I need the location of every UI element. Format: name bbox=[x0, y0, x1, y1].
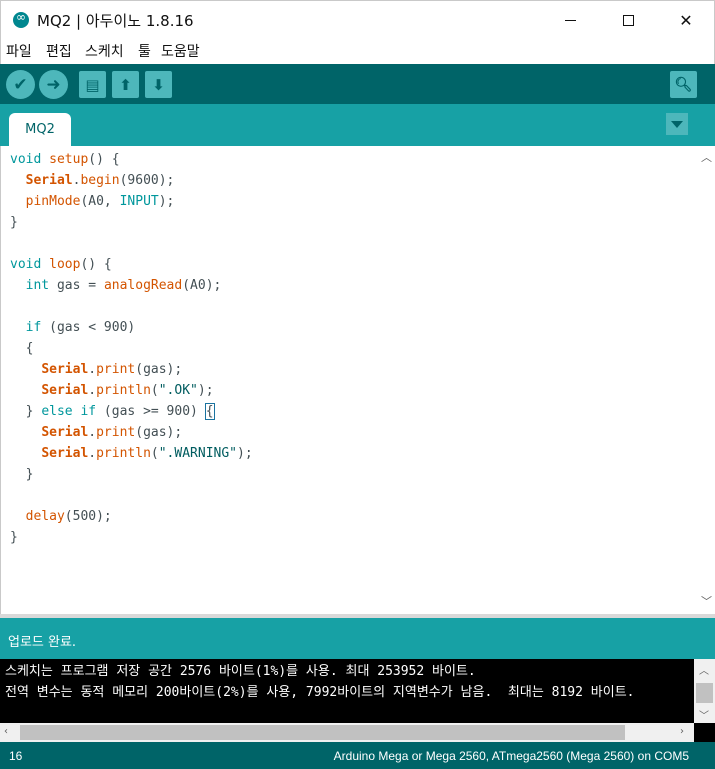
code-line[interactable]: delay(500); bbox=[10, 506, 253, 527]
code-line[interactable]: } bbox=[10, 527, 253, 548]
scroll-up-icon[interactable]: ︿ bbox=[698, 148, 715, 165]
code-line[interactable]: int gas = analogRead(A0); bbox=[10, 275, 253, 296]
arrow-up-icon: ⬆ bbox=[119, 75, 132, 94]
open-button[interactable]: ⬆ bbox=[112, 71, 139, 98]
bottom-status-bar: 16 Arduino Mega or Mega 2560, ATmega2560… bbox=[0, 742, 715, 769]
title-bar: MQ2 | 아두이노 1.8.16 ✕ bbox=[0, 0, 715, 38]
editor-scrollbar[interactable]: ︿ ﹀ bbox=[698, 146, 715, 614]
code-editor[interactable]: void setup() { Serial.begin(9600); pinMo… bbox=[0, 146, 715, 616]
code-line[interactable]: Serial.print(gas); bbox=[10, 422, 253, 443]
tab-bar: MQ2 bbox=[0, 104, 715, 146]
code-line[interactable]: } bbox=[10, 212, 253, 233]
code-area[interactable]: void setup() { Serial.begin(9600); pinMo… bbox=[10, 149, 253, 548]
code-line[interactable]: Serial.print(gas); bbox=[10, 359, 253, 380]
arrow-right-icon: ➜ bbox=[46, 74, 61, 95]
scroll-right-icon[interactable]: › bbox=[680, 726, 684, 737]
menu-edit[interactable]: 편집 bbox=[46, 41, 72, 61]
scroll-down-icon[interactable]: ﹀ bbox=[699, 707, 709, 722]
save-button[interactable]: ⬇ bbox=[145, 71, 172, 98]
arduino-logo-icon bbox=[13, 10, 29, 28]
status-bar: 업로드 완료. bbox=[0, 618, 715, 659]
scroll-down-icon[interactable]: ﹀ bbox=[698, 592, 715, 609]
new-sketch-button[interactable]: ▤ bbox=[79, 71, 106, 98]
close-icon: ✕ bbox=[679, 10, 693, 30]
upload-button[interactable]: ➜ bbox=[39, 70, 68, 99]
board-info: Arduino Mega or Mega 2560, ATmega2560 (M… bbox=[333, 749, 689, 763]
window-title: MQ2 | 아두이노 1.8.16 bbox=[37, 12, 194, 30]
console-horizontal-scrollbar[interactable]: ‹ › bbox=[0, 723, 694, 742]
code-line[interactable]: ​ bbox=[10, 233, 253, 254]
code-line[interactable]: } bbox=[10, 464, 253, 485]
menu-file[interactable]: 파일 bbox=[6, 41, 32, 61]
code-line[interactable]: pinMode(A0, INPUT); bbox=[10, 191, 253, 212]
maximize-icon bbox=[622, 14, 634, 26]
scroll-thumb[interactable] bbox=[20, 725, 625, 740]
check-icon: ✔ bbox=[13, 74, 28, 95]
serial-monitor-button[interactable]: 🔍︎ bbox=[670, 71, 697, 98]
menu-sketch[interactable]: 스케치 bbox=[85, 41, 124, 61]
code-line[interactable]: Serial.println(".OK"); bbox=[10, 380, 253, 401]
menu-tools[interactable]: 툴 bbox=[138, 41, 151, 61]
code-line[interactable]: void loop() { bbox=[10, 254, 253, 275]
scroll-left-icon[interactable]: ‹ bbox=[4, 726, 8, 737]
console[interactable]: 스케치는 프로그램 저장 공간 2576 바이트(1%)를 사용. 최대 253… bbox=[0, 659, 715, 742]
tab-menu-button[interactable] bbox=[666, 113, 688, 135]
triangle-down-icon bbox=[671, 120, 683, 128]
magnifier-icon: 🔍︎ bbox=[674, 76, 693, 93]
scroll-thumb[interactable] bbox=[696, 683, 713, 703]
scroll-up-icon[interactable]: ︿ bbox=[699, 662, 709, 677]
code-line[interactable]: if (gas < 900) bbox=[10, 317, 253, 338]
status-message: 업로드 완료. bbox=[8, 635, 77, 650]
toolbar: ✔ ➜ ▤ ⬆ ⬇ 🔍︎ bbox=[0, 64, 715, 104]
code-line[interactable]: void setup() { bbox=[10, 149, 253, 170]
console-vertical-scrollbar[interactable]: ︿ ﹀ bbox=[694, 659, 715, 723]
code-line[interactable]: ​ bbox=[10, 296, 253, 317]
code-line[interactable]: { bbox=[10, 338, 253, 359]
menu-bar: 파일 편집 스케치 툴 도움말 bbox=[0, 38, 715, 64]
arrow-down-icon: ⬇ bbox=[152, 75, 165, 94]
minimize-icon bbox=[564, 19, 576, 21]
code-line[interactable]: Serial.begin(9600); bbox=[10, 170, 253, 191]
code-line[interactable]: } else if (gas >= 900) { bbox=[10, 401, 253, 422]
maximize-button[interactable] bbox=[599, 1, 657, 39]
tab-mq2[interactable]: MQ2 bbox=[9, 113, 71, 146]
code-line[interactable]: ​ bbox=[10, 485, 253, 506]
menu-help[interactable]: 도움말 bbox=[161, 41, 200, 61]
line-number: 16 bbox=[9, 749, 23, 763]
console-line: 전역 변수는 동적 메모리 200바이트(2%)를 사용, 7992바이트의 지… bbox=[5, 685, 635, 700]
document-icon: ▤ bbox=[85, 75, 100, 94]
close-button[interactable]: ✕ bbox=[657, 1, 715, 39]
verify-button[interactable]: ✔ bbox=[6, 70, 35, 99]
minimize-button[interactable] bbox=[541, 1, 599, 39]
console-line: 스케치는 프로그램 저장 공간 2576 바이트(1%)를 사용. 최대 253… bbox=[5, 664, 476, 679]
code-line[interactable]: Serial.println(".WARNING"); bbox=[10, 443, 252, 464]
